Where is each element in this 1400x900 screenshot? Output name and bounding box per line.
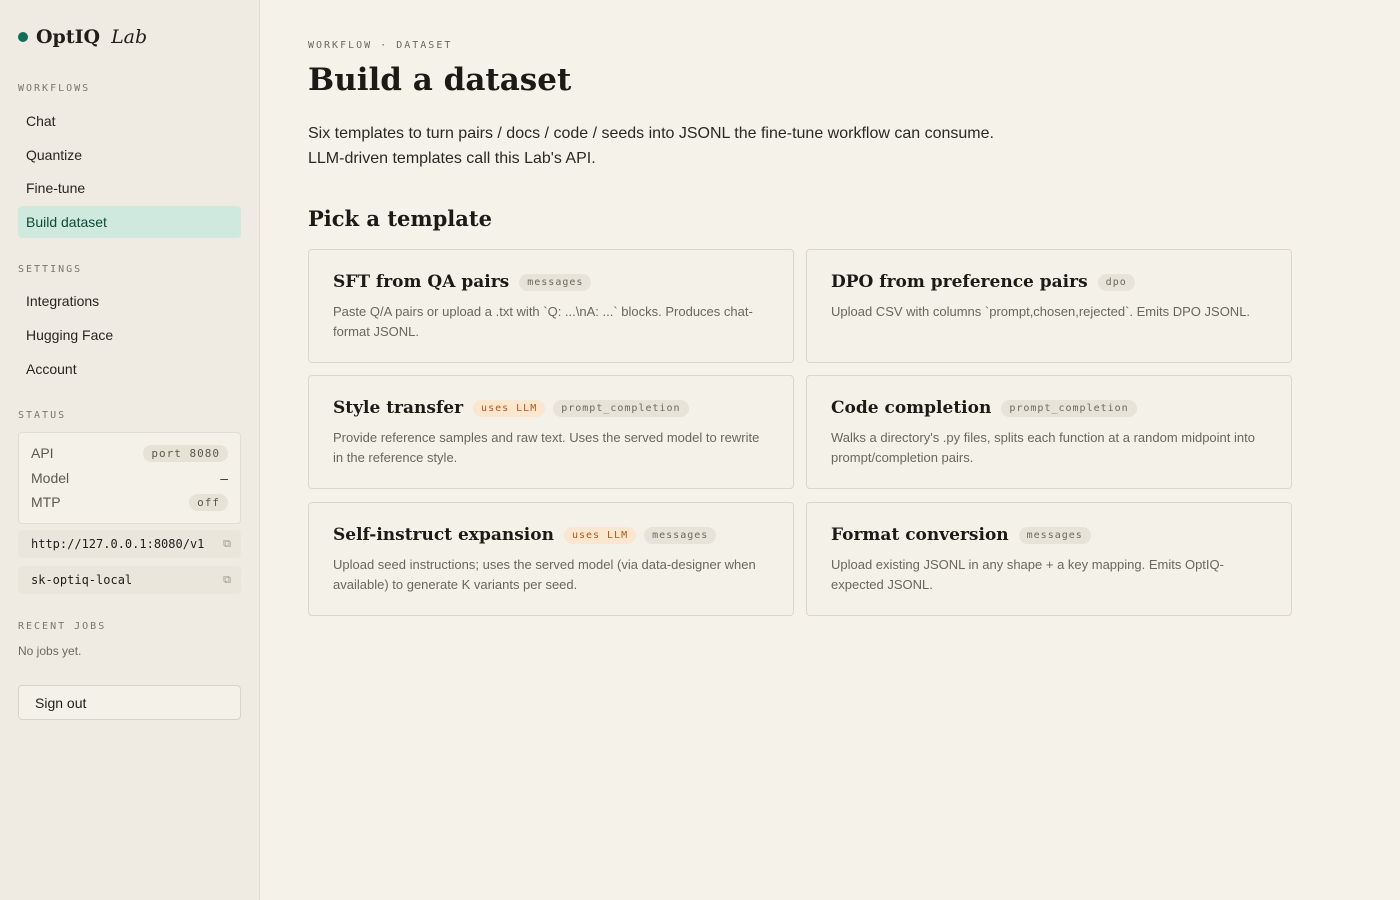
sidebar-item-build-dataset[interactable]: Build dataset bbox=[18, 206, 241, 238]
status-model-value: – bbox=[220, 470, 228, 486]
workflows-section-label: WORKFLOWS bbox=[18, 83, 91, 94]
template-card-format-conversion[interactable]: Format conversion messages Upload existi… bbox=[806, 502, 1292, 616]
page-title: Build a dataset bbox=[308, 62, 572, 98]
card-header: Self-instruct expansion uses LLM message… bbox=[333, 525, 773, 545]
breadcrumb: WORKFLOW · DATASET bbox=[308, 40, 453, 51]
recent-jobs-empty: No jobs yet. bbox=[18, 644, 82, 658]
card-description: Upload CSV with columns `prompt,chosen,r… bbox=[831, 304, 1251, 319]
template-card-self-instruct[interactable]: Self-instruct expansion uses LLM message… bbox=[308, 502, 794, 616]
template-card-code-completion[interactable]: Code completion prompt_completion Walks … bbox=[806, 375, 1292, 489]
card-title: Format conversion bbox=[831, 525, 1009, 545]
status-panel: API port 8080 Model – MTP off bbox=[18, 432, 241, 524]
sidebar-item-hugging-face[interactable]: Hugging Face bbox=[18, 319, 241, 351]
card-header: DPO from preference pairs dpo bbox=[831, 272, 1271, 292]
sidebar: OptIQ Lab WORKFLOWS Chat Quantize Fine-t… bbox=[0, 0, 260, 900]
api-key-field[interactable]: sk-optiq-local ⧉ bbox=[18, 566, 241, 594]
sidebar-item-chat[interactable]: Chat bbox=[18, 105, 241, 137]
card-title: DPO from preference pairs bbox=[831, 272, 1088, 292]
card-description: Walks a directory's .py files, splits ea… bbox=[831, 430, 1255, 465]
page-description: Six templates to turn pairs / docs / cod… bbox=[308, 125, 994, 167]
status-api-label: API bbox=[31, 445, 54, 461]
sidebar-item-account[interactable]: Account bbox=[18, 353, 241, 385]
brand-dot-icon bbox=[18, 32, 28, 42]
brand-suffix: Lab bbox=[111, 26, 148, 48]
format-tag: messages bbox=[519, 273, 592, 291]
settings-section-label: SETTINGS bbox=[18, 264, 83, 275]
copy-icon[interactable]: ⧉ bbox=[223, 537, 231, 551]
card-title: Code completion bbox=[831, 398, 992, 418]
status-row-mtp: MTP off bbox=[31, 492, 228, 512]
status-api-badge: port 8080 bbox=[143, 444, 228, 462]
format-tag: messages bbox=[644, 526, 717, 544]
copy-icon[interactable]: ⧉ bbox=[223, 573, 231, 587]
card-title: Self-instruct expansion bbox=[333, 525, 554, 545]
card-description: Upload seed instructions; uses the serve… bbox=[333, 557, 756, 592]
card-title: SFT from QA pairs bbox=[333, 272, 510, 292]
sidebar-item-fine-tune[interactable]: Fine-tune bbox=[18, 172, 241, 204]
status-row-api: API port 8080 bbox=[31, 443, 228, 463]
format-tag: messages bbox=[1018, 526, 1091, 544]
uses-llm-tag: uses LLM bbox=[563, 526, 637, 544]
template-card-dpo[interactable]: DPO from preference pairs dpo Upload CSV… bbox=[806, 249, 1292, 363]
sign-out-button[interactable]: Sign out bbox=[18, 685, 241, 720]
status-section-label: STATUS bbox=[18, 410, 67, 421]
card-header: Code completion prompt_completion bbox=[831, 398, 1271, 418]
template-card-style-transfer[interactable]: Style transfer uses LLM prompt_completio… bbox=[308, 375, 794, 489]
status-mtp-badge: off bbox=[189, 493, 228, 511]
recent-jobs-section-label: RECENT JOBS bbox=[18, 621, 107, 632]
format-tag: dpo bbox=[1097, 273, 1135, 291]
card-description: Paste Q/A pairs or upload a .txt with `Q… bbox=[333, 304, 753, 339]
api-key-value: sk-optiq-local bbox=[31, 573, 133, 587]
format-tag: prompt_completion bbox=[1001, 399, 1137, 417]
status-row-model: Model – bbox=[31, 468, 228, 488]
endpoint-value: http://127.0.0.1:8080/v1 bbox=[31, 537, 205, 551]
card-title: Style transfer bbox=[333, 398, 464, 418]
card-header: SFT from QA pairs messages bbox=[333, 272, 773, 292]
status-mtp-label: MTP bbox=[31, 494, 61, 510]
format-tag: prompt_completion bbox=[553, 399, 689, 417]
sidebar-item-integrations[interactable]: Integrations bbox=[18, 285, 241, 317]
section-title: Pick a template bbox=[308, 206, 492, 231]
card-header: Format conversion messages bbox=[831, 525, 1271, 545]
template-card-sft[interactable]: SFT from QA pairs messages Paste Q/A pai… bbox=[308, 249, 794, 363]
card-description: Provide reference samples and raw text. … bbox=[333, 430, 760, 465]
brand-name: OptIQ bbox=[36, 26, 101, 48]
uses-llm-tag: uses LLM bbox=[473, 399, 546, 417]
card-description: Upload existing JSONL in any shape + a k… bbox=[831, 557, 1224, 592]
card-header: Style transfer uses LLM prompt_completio… bbox=[333, 398, 773, 418]
sidebar-item-quantize[interactable]: Quantize bbox=[18, 139, 241, 171]
brand-logo[interactable]: OptIQ Lab bbox=[18, 26, 147, 48]
status-model-label: Model bbox=[31, 470, 70, 486]
endpoint-field[interactable]: http://127.0.0.1:8080/v1 ⧉ bbox=[18, 530, 241, 558]
